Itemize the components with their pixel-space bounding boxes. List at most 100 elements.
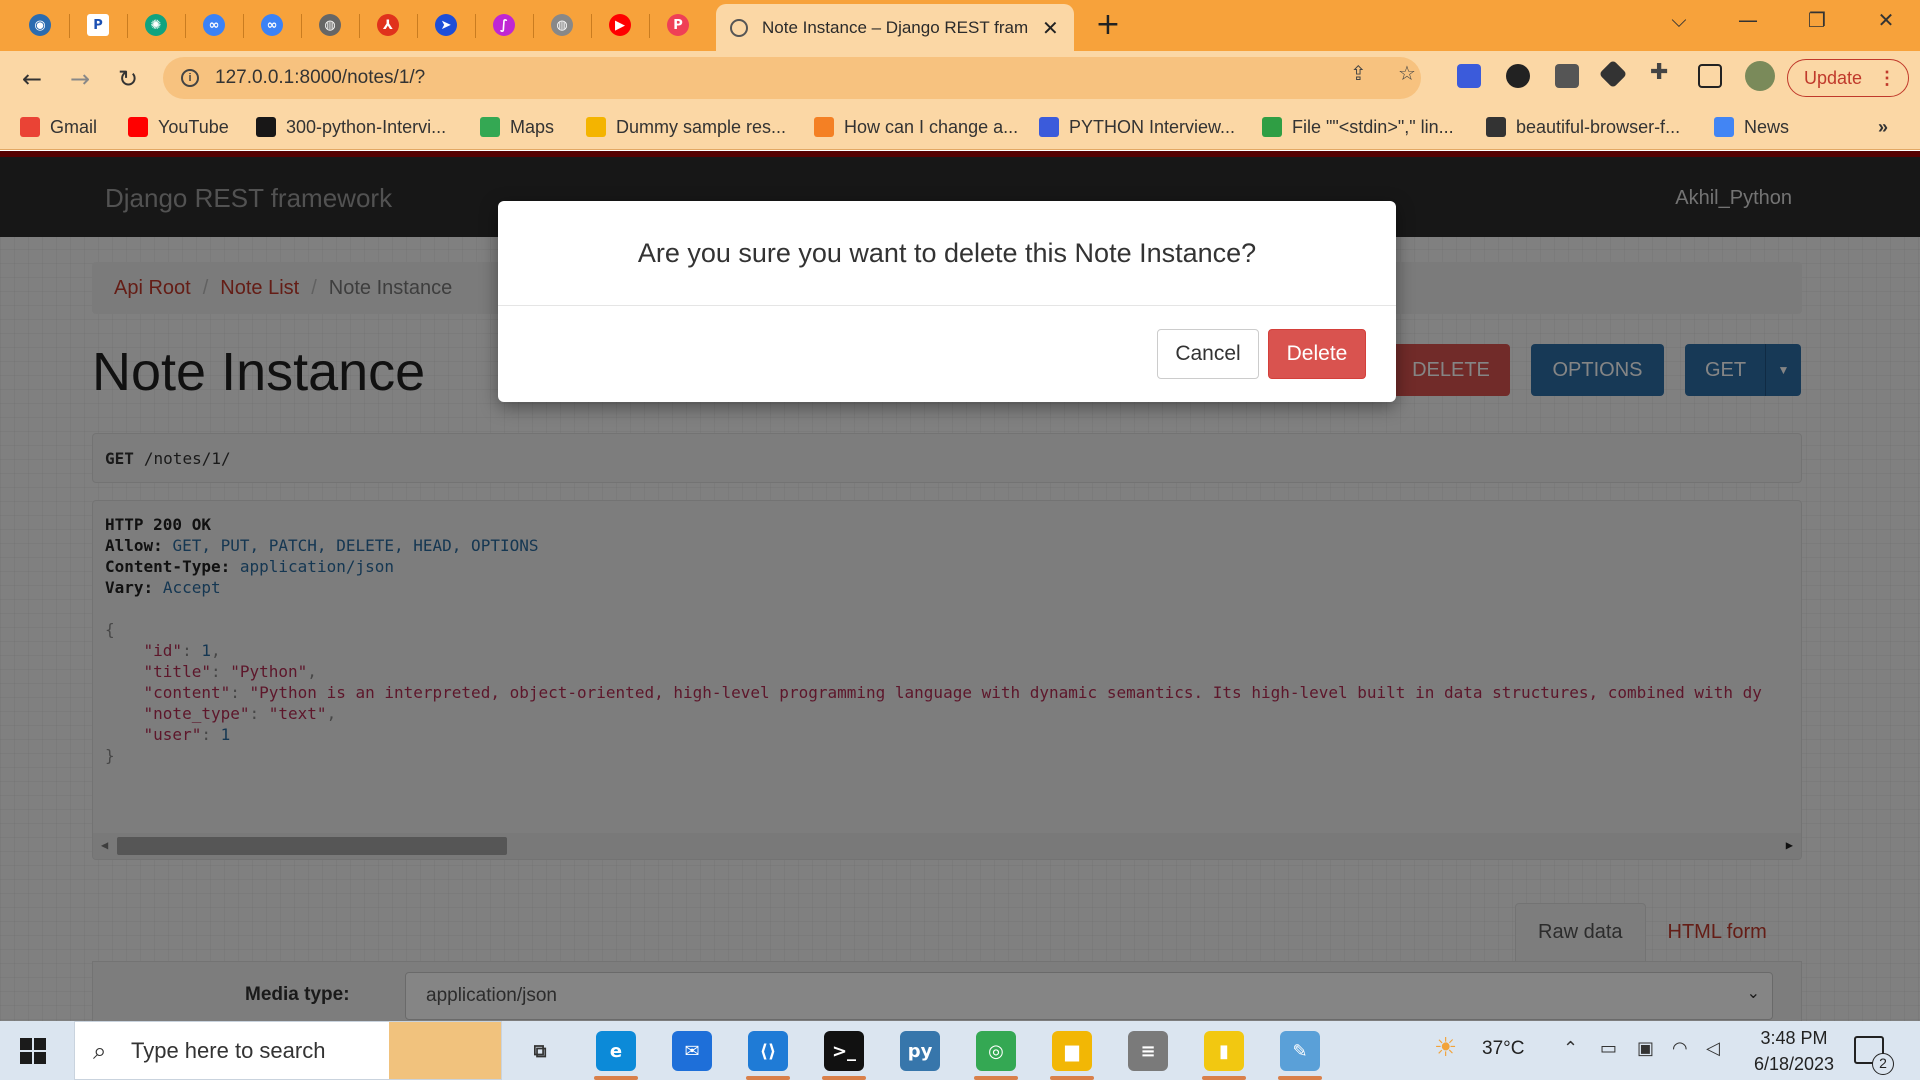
- tab-separator: [301, 14, 302, 38]
- mail-icon[interactable]: ✉: [672, 1031, 712, 1071]
- notification-count-badge: 2: [1872, 1053, 1894, 1075]
- active-tab[interactable]: Note Instance – Django REST framework ✕: [716, 4, 1074, 51]
- weather-icon[interactable]: ☀: [1434, 1033, 1457, 1063]
- pocket-tab-icon: P: [667, 14, 689, 36]
- python-file-icon[interactable]: py: [900, 1031, 940, 1071]
- profile-avatar[interactable]: [1745, 61, 1775, 91]
- close-window-button[interactable]: ✕: [1866, 8, 1906, 38]
- bookmark-item[interactable]: Dummy sample res...: [586, 114, 786, 140]
- pinned-tab[interactable]: ∞: [256, 9, 288, 41]
- share-icon[interactable]: ⇪: [1350, 61, 1367, 85]
- clock[interactable]: 3:48 PM 6/18/2023: [1740, 1025, 1848, 1077]
- puzzle-extensions-icon[interactable]: ✚: [1650, 60, 1668, 85]
- show-hidden-icons-chevron[interactable]: ⌃: [1563, 1038, 1578, 1059]
- arrow-tab-icon: ➤: [435, 14, 457, 36]
- running-app-indicator: [594, 1076, 638, 1080]
- running-app-indicator: [974, 1076, 1018, 1080]
- task-view-icon[interactable]: ⧉: [520, 1031, 560, 1071]
- url-text[interactable]: 127.0.0.1:8000/notes/1/?: [215, 67, 425, 89]
- pinned-tab[interactable]: ➤: [430, 9, 462, 41]
- powerbi-icon[interactable]: ▮: [1204, 1031, 1244, 1071]
- bookmark-item[interactable]: YouTube: [128, 114, 229, 140]
- battery-icon[interactable]: ▭: [1600, 1038, 1617, 1059]
- tab-search-chevron-icon[interactable]: ⌵: [1659, 8, 1699, 38]
- tab-strip: ◉ P ✺ ∞ ∞ ◍ ⅄ ➤ ∫ ◍ ▶ P Note Instance – Django REST…: [0, 0, 1920, 51]
- pinned-tab[interactable]: ◍: [314, 9, 346, 41]
- pinned-tab[interactable]: ⅄: [372, 9, 404, 41]
- bookmark-item[interactable]: Maps: [480, 114, 554, 140]
- pinned-tab[interactable]: ∞: [198, 9, 230, 41]
- link-tab-icon: ∞: [203, 14, 225, 36]
- bookmark-item[interactable]: File ""<stdin>"," lin...: [1262, 114, 1454, 140]
- bookmark-item[interactable]: 300-python-Intervi...: [256, 114, 446, 140]
- meet-now-icon[interactable]: ▣: [1637, 1038, 1654, 1059]
- taskbar-search[interactable]: ⌕ Type here to search: [74, 1021, 502, 1080]
- bookmark-item[interactable]: News: [1714, 114, 1789, 140]
- close-tab-icon[interactable]: ✕: [1042, 16, 1059, 40]
- tab-separator: [359, 14, 360, 38]
- edge-icon[interactable]: e: [596, 1031, 636, 1071]
- pinned-tab[interactable]: ∫: [488, 9, 520, 41]
- bookmark-label: Gmail: [50, 116, 98, 137]
- weather-temp[interactable]: 37°C: [1482, 1038, 1524, 1060]
- bookmark-star-icon[interactable]: ☆: [1398, 61, 1416, 85]
- windows-taskbar: ⌕ Type here to search ⧉ e ✉ ⟨⟩ >_ py ◎ ▆ ≡ ▮ ✎ ☀ 3…: [0, 1021, 1920, 1080]
- restore-button[interactable]: ❐: [1797, 8, 1837, 38]
- terminal-icon[interactable]: >_: [824, 1031, 864, 1071]
- bookmark-favicon-icon: [1714, 117, 1734, 137]
- confirm-delete-button[interactable]: Delete: [1268, 329, 1366, 379]
- globe2-tab-icon: ◍: [551, 14, 573, 36]
- search-placeholder: Type here to search: [131, 1037, 326, 1063]
- windows-start-icon[interactable]: [20, 1038, 46, 1064]
- pinned-tab[interactable]: ▶: [604, 9, 636, 41]
- bookmark-favicon-icon: [20, 117, 40, 137]
- reload-icon[interactable]: ↻: [112, 63, 144, 95]
- notepad-icon[interactable]: ✎: [1280, 1031, 1320, 1071]
- globe-tab-icon: ◍: [319, 14, 341, 36]
- file-explorer-icon[interactable]: ▆: [1052, 1031, 1092, 1071]
- address-bar[interactable]: i 127.0.0.1:8000/notes/1/?: [163, 57, 1421, 99]
- extension-1-icon[interactable]: [1457, 64, 1481, 88]
- tab-separator: [475, 14, 476, 38]
- bookmark-favicon-icon: [1262, 117, 1282, 137]
- tab-separator: [591, 14, 592, 38]
- more-menu-icon[interactable]: ⋮: [1878, 68, 1896, 89]
- pinned-tab[interactable]: P: [82, 9, 114, 41]
- running-app-indicator: [1278, 1076, 1322, 1080]
- database-icon[interactable]: ≡: [1128, 1031, 1168, 1071]
- minimize-button[interactable]: —: [1728, 8, 1768, 38]
- cancel-button[interactable]: Cancel: [1157, 329, 1259, 379]
- pinned-tab[interactable]: ✺: [140, 9, 172, 41]
- bookmark-item[interactable]: Gmail: [20, 114, 97, 140]
- p-app-tab-icon: P: [87, 14, 109, 36]
- openai-tab-icon: ✺: [145, 14, 167, 36]
- tab-separator: [243, 14, 244, 38]
- site-info-icon[interactable]: i: [181, 69, 199, 87]
- bookmark-favicon-icon: [1486, 117, 1506, 137]
- back-arrow-icon[interactable]: ←: [16, 63, 48, 95]
- link2-tab-icon: ∞: [261, 14, 283, 36]
- tab-separator: [185, 14, 186, 38]
- bookmark-item[interactable]: How can I change a...: [814, 114, 1018, 140]
- chrome-icon[interactable]: ◎: [976, 1031, 1016, 1071]
- pinned-tab[interactable]: ◍: [546, 9, 578, 41]
- side-panel-icon[interactable]: [1698, 64, 1722, 88]
- tab-separator: [649, 14, 650, 38]
- volume-icon[interactable]: ◁: [1706, 1038, 1720, 1059]
- extension-3-icon[interactable]: [1555, 64, 1579, 88]
- forward-arrow-icon[interactable]: →: [64, 63, 96, 95]
- update-button[interactable]: Update ⋮: [1787, 59, 1909, 97]
- wifi-icon[interactable]: ◠: [1672, 1038, 1688, 1059]
- bookmark-favicon-icon: [586, 117, 606, 137]
- bookmark-item[interactable]: PYTHON Interview...: [1039, 114, 1235, 140]
- tab-separator: [69, 14, 70, 38]
- extension-2-icon[interactable]: [1506, 64, 1530, 88]
- bookmark-item[interactable]: beautiful-browser-f...: [1486, 114, 1680, 140]
- vscode-icon[interactable]: ⟨⟩: [748, 1031, 788, 1071]
- pinned-tab[interactable]: ◉: [24, 9, 56, 41]
- pinned-tab[interactable]: P: [662, 9, 694, 41]
- new-tab-button[interactable]: +: [1092, 10, 1124, 42]
- extension-4-icon[interactable]: [1598, 59, 1628, 89]
- more-bookmarks-icon[interactable]: »: [1878, 114, 1888, 140]
- update-label: Update: [1804, 67, 1863, 88]
